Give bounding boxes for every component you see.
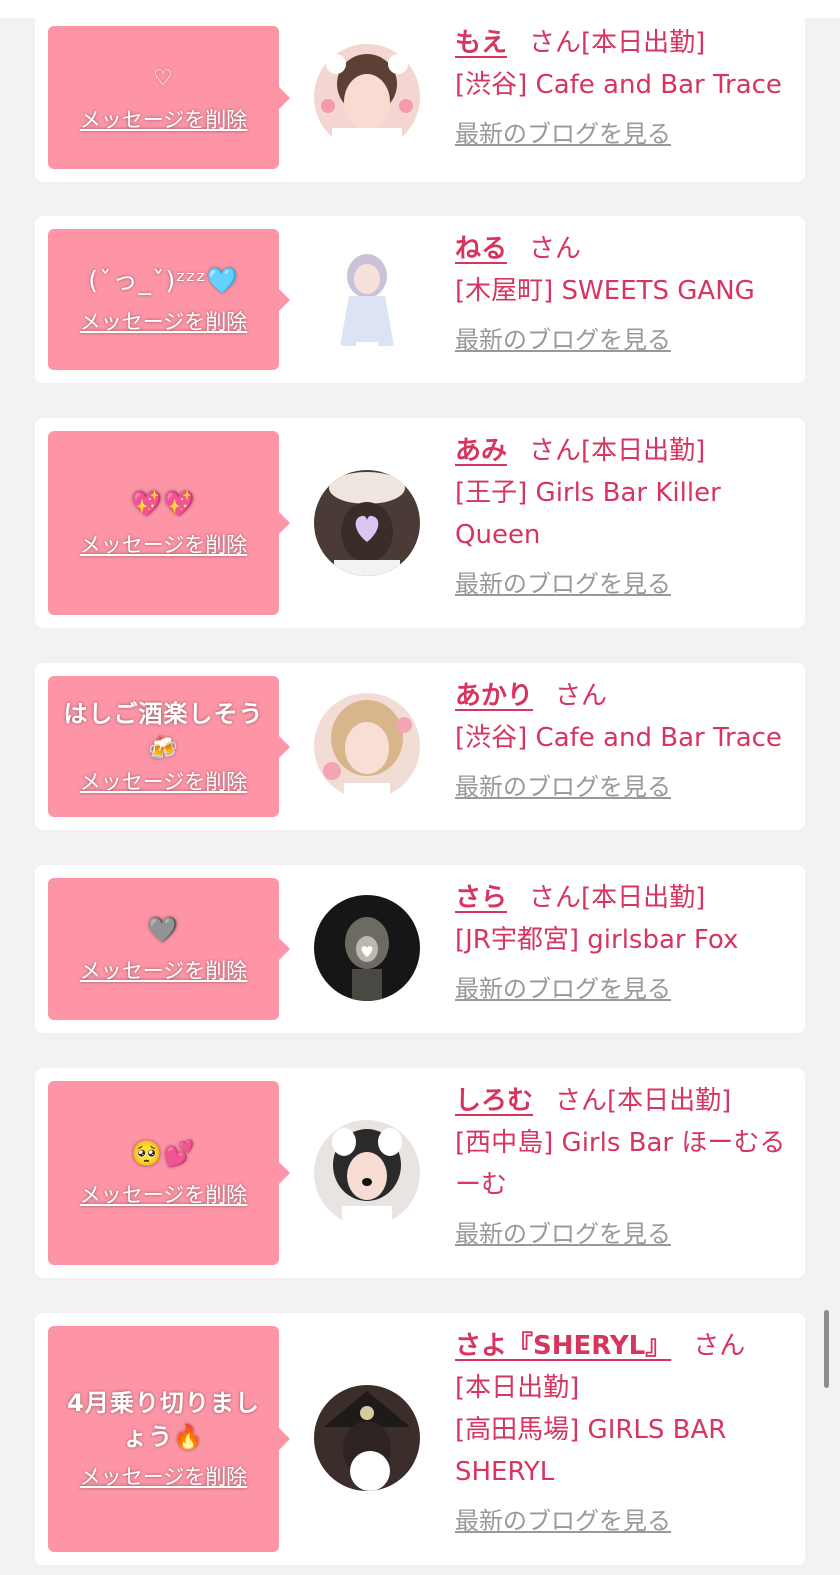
message-bubble: 💖💖 メッセージを削除 [48, 431, 290, 615]
latest-blog-link[interactable]: 最新のブログを見る [455, 114, 671, 154]
honorific: さん [529, 883, 582, 913]
shop-name: [西中島] Girls Bar ほーむるーむ [455, 1128, 786, 1200]
cast-name-link[interactable]: あかり [455, 681, 533, 711]
message-card: はしご酒楽しそう🍻 メッセージを削除 あかり さん [渋谷] Cafe and B… [35, 663, 805, 830]
avatar[interactable] [314, 1120, 420, 1226]
message-bubble: ♡ メッセージを削除 [48, 26, 290, 169]
cast-info: さよ『SHERYL』 さん [本日出勤] [高田馬場] GIRLS BAR SHE… [455, 1325, 800, 1542]
cast-info: あみ さん[本日出勤] [王子] Girls Bar Killer Queen 最… [455, 430, 800, 605]
delete-message-link[interactable]: メッセージを削除 [80, 956, 248, 986]
message-text: 🩶 [147, 915, 180, 944]
message-bubble: (ˇっ_ˇ)ᶻᶻᶻ🩵 メッセージを削除 [48, 229, 290, 370]
latest-blog-link[interactable]: 最新のブログを見る [455, 969, 671, 1009]
cast-info: もえ さん[本日出勤] [渋谷] Cafe and Bar Trace 最新のブロ… [455, 22, 800, 155]
cast-info: さら さん[本日出勤] [JR宇都宮] girlsbar Fox 最新のブログを見… [455, 877, 800, 1010]
delete-message-link[interactable]: メッセージを削除 [80, 530, 248, 560]
work-status: [本日出勤] [607, 1086, 732, 1116]
latest-blog-link[interactable]: 最新のブログを見る [455, 1501, 671, 1541]
delete-message-link[interactable]: メッセージを削除 [80, 767, 248, 797]
avatar[interactable] [314, 470, 420, 576]
delete-message-link[interactable]: メッセージを削除 [80, 1462, 248, 1492]
avatar[interactable] [314, 895, 420, 1001]
cast-name-link[interactable]: あみ [455, 436, 507, 466]
message-text: はしご酒楽しそう🍻 [63, 699, 264, 762]
cast-info: ねる さん [木屋町] SWEETS GANG 最新のブログを見る [455, 228, 800, 361]
work-status: [本日出勤] [581, 28, 706, 58]
avatar[interactable] [314, 246, 420, 352]
latest-blog-link[interactable]: 最新のブログを見る [455, 767, 671, 807]
latest-blog-link[interactable]: 最新のブログを見る [455, 1214, 671, 1254]
honorific: さん [529, 234, 582, 264]
message-bubble: はしご酒楽しそう🍻 メッセージを削除 [48, 676, 290, 817]
message-text: 💖💖 [131, 489, 196, 518]
honorific: さん [555, 681, 608, 711]
delete-message-link[interactable]: メッセージを削除 [80, 105, 248, 135]
cast-name-link[interactable]: もえ [455, 28, 507, 58]
avatar[interactable] [314, 1385, 420, 1491]
delete-message-link[interactable]: メッセージを削除 [80, 1180, 248, 1210]
message-text: (ˇっ_ˇ)ᶻᶻᶻ🩵 [88, 265, 239, 295]
honorific: さん [529, 28, 582, 58]
work-status: [本日出勤] [455, 1373, 580, 1403]
message-card: 💖💖 メッセージを削除 あみ さん[本日出勤] [王子] Girls Bar Ki… [35, 418, 805, 628]
shop-name: [渋谷] Cafe and Bar Trace [455, 70, 782, 100]
honorific: さん [529, 436, 582, 466]
work-status: [本日出勤] [581, 883, 706, 913]
avatar[interactable] [314, 693, 420, 799]
scrollbar[interactable] [824, 1310, 829, 1388]
message-card: 4月乗り切りましょう🔥 メッセージを削除 さよ『SHERYL』 さん [本日出勤]… [35, 1313, 805, 1565]
work-status: [本日出勤] [581, 436, 706, 466]
shop-name: [渋谷] Cafe and Bar Trace [455, 723, 782, 753]
message-card: 🥺💕 メッセージを削除 しろむ さん[本日出勤] [西中島] Girls Bar … [35, 1068, 805, 1278]
shop-name: [木屋町] SWEETS GANG [455, 276, 755, 306]
latest-blog-link[interactable]: 最新のブログを見る [455, 320, 671, 360]
cast-name-link[interactable]: さら [455, 883, 507, 913]
latest-blog-link[interactable]: 最新のブログを見る [455, 564, 671, 604]
message-card: (ˇっ_ˇ)ᶻᶻᶻ🩵 メッセージを削除 ねる さん [木屋町] SWEETS GA… [35, 216, 805, 383]
message-bubble: 🥺💕 メッセージを削除 [48, 1081, 290, 1265]
message-text: ♡ [153, 65, 174, 91]
shop-name: [JR宇都宮] girlsbar Fox [455, 925, 739, 955]
cast-info: しろむ さん[本日出勤] [西中島] Girls Bar ほーむるーむ 最新のブロ… [455, 1080, 800, 1255]
message-text: 4月乗り切りましょう🔥 [67, 1389, 260, 1451]
cast-name-link[interactable]: しろむ [455, 1086, 533, 1116]
message-bubble: 4月乗り切りましょう🔥 メッセージを削除 [48, 1326, 290, 1552]
avatar[interactable] [314, 44, 420, 150]
honorific: さん [693, 1331, 746, 1361]
cast-info: あかり さん [渋谷] Cafe and Bar Trace 最新のブログを見る [455, 675, 800, 808]
shop-name: [王子] Girls Bar Killer Queen [455, 478, 721, 550]
message-text: 🥺💕 [131, 1139, 196, 1168]
shop-name: [高田馬場] GIRLS BAR SHERYL [455, 1415, 727, 1487]
delete-message-link[interactable]: メッセージを削除 [80, 307, 248, 337]
message-bubble: 🩶 メッセージを削除 [48, 878, 290, 1020]
message-card: ♡ メッセージを削除 もえ さん[本日出勤] [渋谷] Cafe and Bar … [35, 0, 805, 182]
message-card: 🩶 メッセージを削除 さら さん[本日出勤] [JR宇都宮] girlsbar F… [35, 865, 805, 1033]
honorific: さん [555, 1086, 608, 1116]
cast-name-link[interactable]: ねる [455, 234, 507, 264]
cast-name-link[interactable]: さよ『SHERYL』 [455, 1331, 671, 1361]
